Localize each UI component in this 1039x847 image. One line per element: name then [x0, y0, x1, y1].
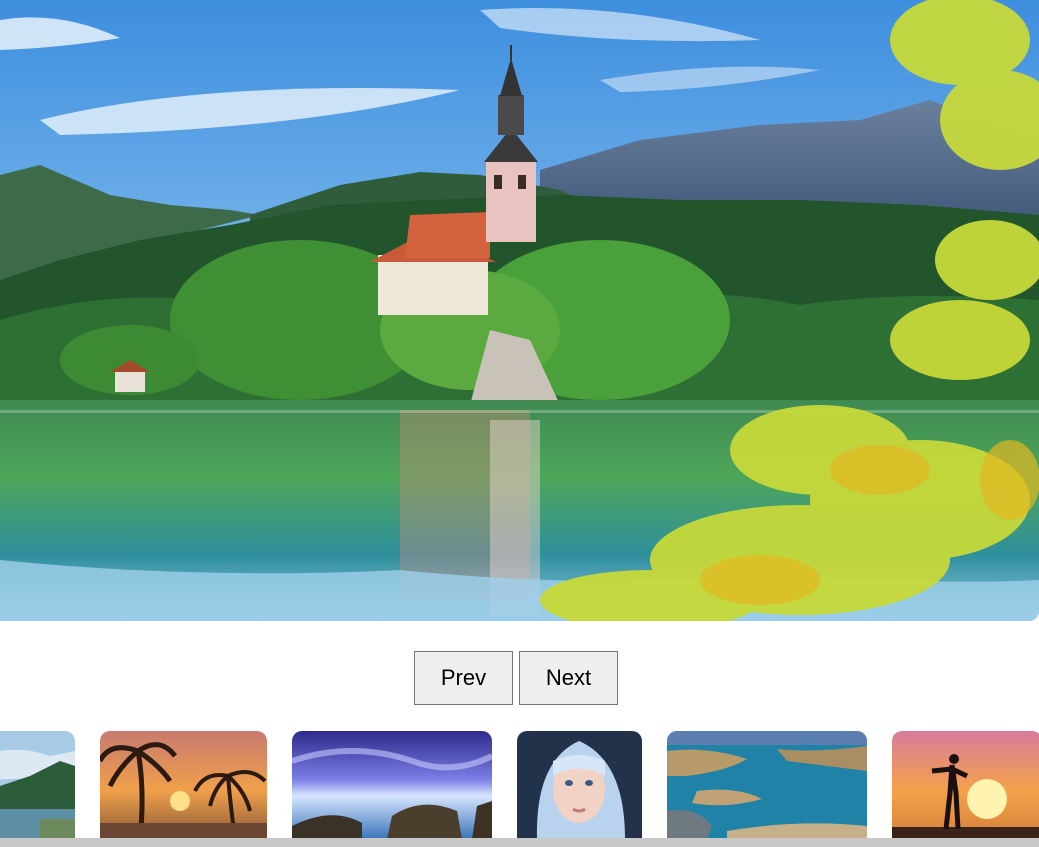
horizontal-scrollbar[interactable]: [0, 838, 1039, 847]
thumbnail-purple-sky-sea[interactable]: [292, 731, 492, 839]
main-image: [0, 0, 1039, 621]
next-button[interactable]: Next: [519, 651, 618, 705]
thumbnail-forest-lake[interactable]: [0, 731, 75, 839]
thumbnail-aerial-islands[interactable]: [667, 731, 867, 839]
thumbnail-palm-sunset[interactable]: [100, 731, 267, 839]
gallery: Prev Next: [0, 0, 1039, 847]
thumbnail-girl-portrait[interactable]: [517, 731, 642, 839]
thumbnail-silhouette-sunset[interactable]: [892, 731, 1039, 839]
prev-button[interactable]: Prev: [414, 651, 513, 705]
